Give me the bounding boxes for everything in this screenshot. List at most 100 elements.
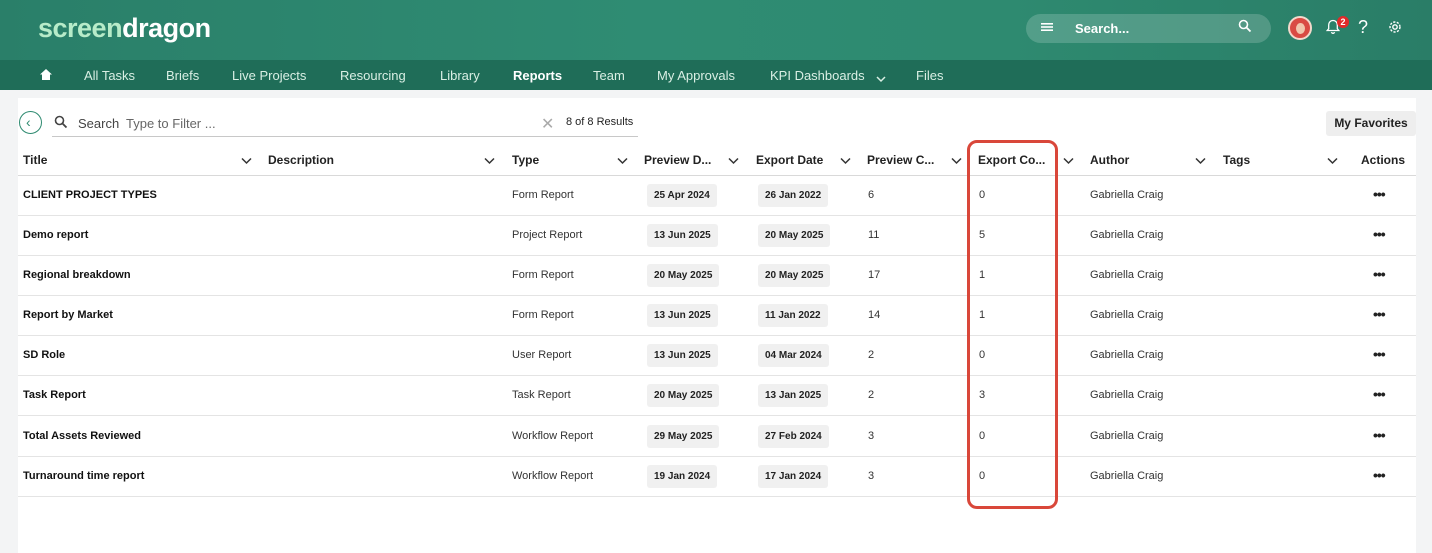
chevron-down-icon[interactable] bbox=[484, 152, 495, 170]
export-date: 20 May 2025 bbox=[758, 264, 831, 287]
more-icon[interactable]: ••• bbox=[1373, 306, 1386, 322]
chevron-down-icon[interactable] bbox=[1063, 152, 1074, 170]
author: Gabriella Craig bbox=[1090, 349, 1164, 361]
column-header-preview-count[interactable]: Preview C... bbox=[867, 153, 934, 167]
author: Gabriella Craig bbox=[1090, 189, 1164, 201]
filter-bar: Search ✕ 8 of 8 Results bbox=[52, 111, 638, 137]
search-icon[interactable] bbox=[1238, 19, 1252, 38]
avatar[interactable] bbox=[1288, 16, 1312, 40]
chevron-down-icon[interactable] bbox=[1195, 152, 1206, 170]
report-title[interactable]: Demo report bbox=[23, 229, 88, 241]
avatar-face bbox=[1296, 23, 1305, 34]
column-header-title[interactable]: Title bbox=[23, 153, 47, 167]
export-count-highlight bbox=[967, 140, 1058, 509]
report-title[interactable]: Total Assets Reviewed bbox=[23, 430, 141, 442]
preview-count: 14 bbox=[868, 309, 881, 321]
preview-count: 3 bbox=[868, 470, 875, 482]
table-row[interactable]: Total Assets Reviewed Workflow Report 29… bbox=[18, 417, 1416, 457]
report-type: User Report bbox=[512, 349, 572, 361]
chevron-down-icon[interactable] bbox=[241, 152, 252, 170]
more-icon[interactable]: ••• bbox=[1373, 346, 1386, 362]
nav-item-kpi-dashboards[interactable]: KPI Dashboards bbox=[770, 68, 865, 83]
more-icon[interactable]: ••• bbox=[1373, 226, 1386, 242]
table-row[interactable]: Regional breakdown Form Report 20 May 20… bbox=[18, 256, 1416, 296]
export-date: 27 Feb 2024 bbox=[758, 425, 829, 448]
preview-date: 13 Jun 2025 bbox=[647, 344, 718, 367]
author: Gabriella Craig bbox=[1090, 229, 1164, 241]
preview-date: 20 May 2025 bbox=[647, 264, 720, 287]
results-count: 8 of 8 Results bbox=[566, 116, 634, 128]
nav-item-my-approvals[interactable]: My Approvals bbox=[657, 68, 735, 83]
export-date: 13 Jan 2025 bbox=[758, 384, 829, 407]
nav-item-resourcing[interactable]: Resourcing bbox=[340, 68, 406, 83]
global-search-label: Search... bbox=[1075, 21, 1130, 36]
preview-date: 19 Jan 2024 bbox=[647, 465, 718, 488]
chevron-down-icon[interactable] bbox=[876, 70, 886, 88]
nav-item-reports[interactable]: Reports bbox=[513, 68, 562, 83]
nav-item-briefs[interactable]: Briefs bbox=[166, 68, 199, 83]
table-row[interactable]: Turnaround time report Workflow Report 1… bbox=[18, 457, 1416, 497]
more-icon[interactable]: ••• bbox=[1373, 186, 1386, 202]
preview-date: 13 Jun 2025 bbox=[647, 224, 718, 247]
global-search[interactable]: Search... bbox=[1026, 14, 1271, 43]
notification-badge: 2 bbox=[1337, 16, 1349, 28]
column-header-description[interactable]: Description bbox=[268, 153, 334, 167]
back-button[interactable]: ‹ bbox=[19, 111, 42, 134]
table-row[interactable]: CLIENT PROJECT TYPES Form Report 25 Apr … bbox=[18, 176, 1416, 216]
gear-icon[interactable] bbox=[1387, 19, 1403, 40]
column-header-export-date[interactable]: Export Date bbox=[756, 153, 823, 167]
home-icon[interactable] bbox=[39, 68, 53, 86]
more-icon[interactable]: ••• bbox=[1373, 266, 1386, 282]
export-date: 17 Jan 2024 bbox=[758, 465, 829, 488]
preview-count: 17 bbox=[868, 269, 881, 281]
table-row[interactable]: SD Role User Report 13 Jun 2025 04 Mar 2… bbox=[18, 336, 1416, 376]
report-title[interactable]: Turnaround time report bbox=[23, 470, 144, 482]
more-icon[interactable]: ••• bbox=[1373, 467, 1386, 483]
more-icon[interactable]: ••• bbox=[1373, 386, 1386, 402]
column-header-author[interactable]: Author bbox=[1090, 153, 1129, 167]
column-header-actions: Actions bbox=[1361, 153, 1406, 167]
table-row[interactable]: Demo report Project Report 13 Jun 2025 2… bbox=[18, 216, 1416, 256]
nav-item-all-tasks[interactable]: All Tasks bbox=[84, 68, 135, 83]
preview-count: 2 bbox=[868, 349, 875, 361]
author: Gabriella Craig bbox=[1090, 389, 1164, 401]
main-nav: All Tasks Briefs Live Projects Resourcin… bbox=[0, 60, 1432, 90]
clear-icon[interactable]: ✕ bbox=[541, 114, 554, 134]
nav-item-live-projects[interactable]: Live Projects bbox=[232, 68, 306, 83]
report-title[interactable]: SD Role bbox=[23, 349, 65, 361]
filter-label: Search bbox=[78, 116, 120, 131]
report-title[interactable]: Report by Market bbox=[23, 309, 113, 321]
back-arrow-icon: ‹ bbox=[26, 114, 31, 130]
chevron-down-icon[interactable] bbox=[617, 152, 628, 170]
table-row[interactable]: Task Report Task Report 20 May 2025 13 J… bbox=[18, 376, 1416, 416]
preview-count: 2 bbox=[868, 389, 875, 401]
report-type: Form Report bbox=[512, 309, 574, 321]
report-title[interactable]: Regional breakdown bbox=[23, 269, 131, 281]
author: Gabriella Craig bbox=[1090, 269, 1164, 281]
nav-item-team[interactable]: Team bbox=[593, 68, 625, 83]
nav-item-library[interactable]: Library bbox=[440, 68, 480, 83]
chevron-down-icon[interactable] bbox=[840, 152, 851, 170]
chevron-down-icon[interactable] bbox=[728, 152, 739, 170]
chevron-down-icon[interactable] bbox=[1327, 152, 1338, 170]
column-header-tags[interactable]: Tags bbox=[1223, 153, 1250, 167]
nav-item-files[interactable]: Files bbox=[916, 68, 943, 83]
hamburger-icon[interactable] bbox=[1041, 20, 1053, 36]
column-header-preview-date[interactable]: Preview D... bbox=[644, 153, 711, 167]
report-title[interactable]: Task Report bbox=[23, 389, 86, 401]
chevron-down-icon[interactable] bbox=[951, 152, 962, 170]
export-date: 20 May 2025 bbox=[758, 224, 831, 247]
preview-date: 13 Jun 2025 bbox=[647, 304, 718, 327]
report-type: Workflow Report bbox=[512, 430, 594, 442]
my-favorites-button[interactable]: My Favorites bbox=[1326, 111, 1416, 136]
filter-input[interactable] bbox=[126, 114, 426, 132]
more-icon[interactable]: ••• bbox=[1373, 427, 1386, 443]
author: Gabriella Craig bbox=[1090, 309, 1164, 321]
column-header-type[interactable]: Type bbox=[512, 153, 539, 167]
report-title[interactable]: CLIENT PROJECT TYPES bbox=[23, 189, 157, 201]
logo-part-2: dragon bbox=[122, 13, 211, 43]
table-row[interactable]: Report by Market Form Report 13 Jun 2025… bbox=[18, 296, 1416, 336]
help-icon[interactable]: ? bbox=[1358, 17, 1368, 38]
logo[interactable]: screendragon bbox=[38, 13, 211, 44]
preview-count: 6 bbox=[868, 189, 875, 201]
